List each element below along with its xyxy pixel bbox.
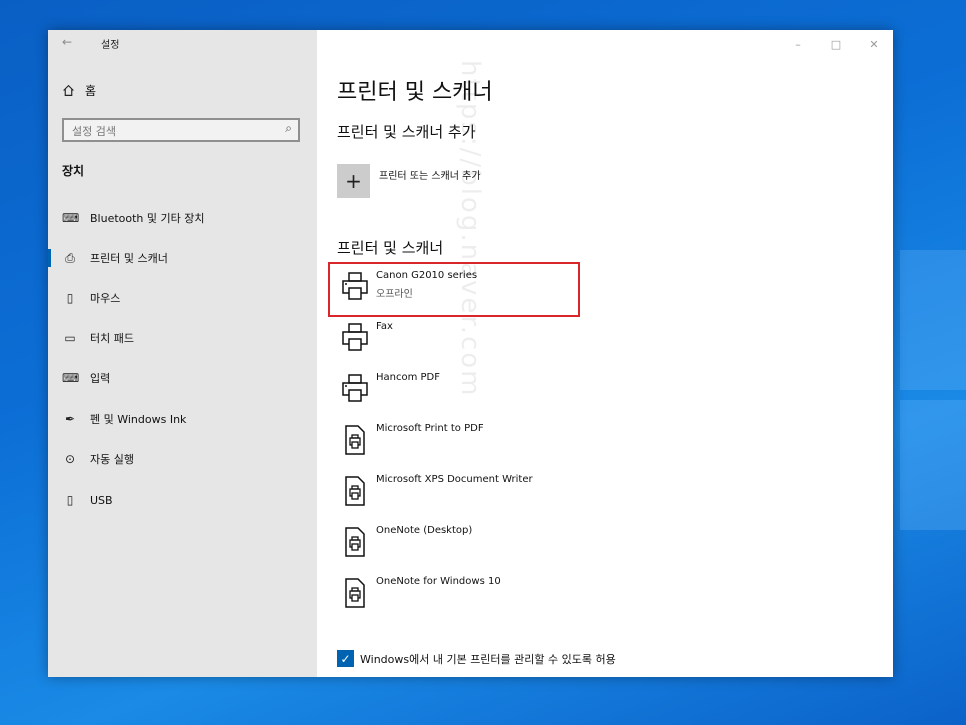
window-title: 설정 [101, 40, 120, 51]
default-printer-option[interactable]: ✓ Windows에서 내 기본 프린터를 관리할 수 있도록 허용 [337, 650, 616, 667]
touchpad-icon: ▭ [64, 331, 76, 345]
pen-icon: ✒ [64, 412, 76, 426]
printer-name: Fax [376, 321, 393, 332]
add-section-title: 프린터 및 스캐너 추가 [337, 123, 476, 141]
default-printer-checkbox[interactable]: ✓ [337, 650, 354, 667]
printer-item-fax[interactable]: Fax [337, 321, 577, 369]
sidebar-item-label: 프린터 및 스캐너 [90, 252, 168, 265]
printer-icon [342, 374, 368, 402]
keyboard-bluetooth-icon: ⌨ [62, 211, 80, 225]
document-printer-icon [345, 578, 365, 608]
sidebar-item-label: 입력 [90, 372, 111, 385]
printer-icon [342, 323, 368, 351]
add-printer-button[interactable]: + [337, 164, 370, 198]
printer-name: Microsoft Print to PDF [376, 423, 484, 434]
desktop-panel [900, 250, 966, 390]
printers-section-title: 프린터 및 스캐너 [337, 239, 444, 257]
sidebar-item-usb[interactable]: ▯ USB [48, 482, 317, 518]
document-printer-icon [345, 425, 365, 455]
sidebar-item-touchpad[interactable]: ▭ 터치 패드 [48, 320, 317, 356]
home-nav-item[interactable]: 홈 [62, 82, 96, 99]
mouse-icon: ▯ [66, 291, 74, 305]
printer-item-onenote-desktop[interactable]: OneNote (Desktop) [337, 525, 577, 573]
printer-name: Canon G2010 series [376, 270, 478, 281]
printer-name: Microsoft XPS Document Writer [376, 474, 533, 485]
printer-name: Hancom PDF [376, 372, 441, 383]
sidebar-item-autoplay[interactable]: ⊙ 자동 실행 [48, 441, 317, 477]
settings-window: ← 설정 홈 ⌕ 장치 ⌨ Bluetooth 및 기타 장치 ⎙ 프린터 및 … [48, 30, 893, 677]
sidebar: ← 설정 홈 ⌕ 장치 ⌨ Bluetooth 및 기타 장치 ⎙ 프린터 및 … [48, 30, 317, 677]
sidebar-item-label: Bluetooth 및 기타 장치 [90, 212, 205, 225]
printer-icon [342, 272, 368, 300]
main-content: https://blog.naver.com 프린터 및 스캐너 프린터 및 스… [328, 30, 877, 677]
settings-search-box[interactable]: ⌕ [62, 118, 300, 142]
sidebar-item-label: 자동 실행 [90, 453, 134, 466]
add-printer-label[interactable]: 프린터 또는 스캐너 추가 [379, 167, 481, 182]
document-printer-icon [345, 527, 365, 557]
keyboard-icon: ⌨ [62, 371, 80, 385]
printer-item-ms-print-to-pdf[interactable]: Microsoft Print to PDF [337, 423, 577, 471]
autoplay-icon: ⊙ [64, 452, 76, 466]
sidebar-item-label: 터치 패드 [90, 332, 134, 345]
home-icon [63, 84, 74, 96]
sidebar-item-bluetooth[interactable]: ⌨ Bluetooth 및 기타 장치 [48, 200, 317, 236]
sidebar-item-pen[interactable]: ✒ 펜 및 Windows Ink [48, 401, 317, 437]
default-printer-label[interactable]: Windows에서 내 기본 프린터를 관리할 수 있도록 허용 [360, 651, 616, 667]
printer-item-ms-xps-writer[interactable]: Microsoft XPS Document Writer [337, 474, 577, 522]
page-title: 프린터 및 스캐너 [337, 80, 493, 105]
sidebar-item-label: USB [90, 493, 113, 507]
add-printer-row[interactable]: + 프린터 또는 스캐너 추가 [337, 164, 481, 198]
printer-name: OneNote for Windows 10 [376, 576, 501, 587]
desktop-panel [900, 400, 966, 530]
sidebar-section-title: 장치 [62, 164, 85, 178]
sidebar-item-typing[interactable]: ⌨ 입력 [48, 360, 317, 396]
document-printer-icon [345, 476, 365, 506]
printer-item-canon[interactable]: Canon G2010 series 오프라인 [337, 270, 577, 318]
sidebar-item-label: 펜 및 Windows Ink [90, 413, 187, 426]
search-icon[interactable]: ⌕ [285, 121, 292, 136]
back-arrow-icon[interactable]: ← [62, 35, 72, 49]
home-label: 홈 [85, 84, 97, 98]
printer-item-onenote-win10[interactable]: OneNote for Windows 10 [337, 576, 577, 624]
usb-icon: ▯ [66, 493, 74, 507]
printer-item-hancom-pdf[interactable]: Hancom PDF [337, 372, 577, 420]
sidebar-item-mouse[interactable]: ▯ 마우스 [48, 280, 317, 316]
search-input[interactable] [64, 121, 272, 142]
sidebar-item-printers[interactable]: ⎙ 프린터 및 스캐너 [48, 240, 317, 276]
printer-icon: ⎙ [65, 250, 75, 265]
printer-name: OneNote (Desktop) [376, 525, 473, 536]
sidebar-item-label: 마우스 [90, 292, 121, 305]
printer-status: 오프라인 [376, 289, 413, 300]
